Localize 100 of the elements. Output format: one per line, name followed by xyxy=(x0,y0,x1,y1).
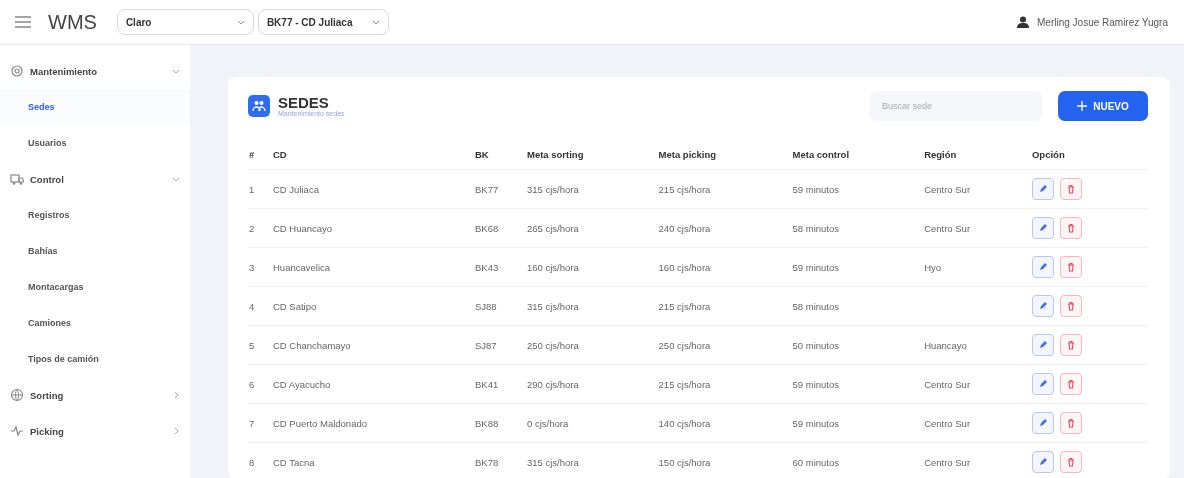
gear-icon xyxy=(10,64,24,78)
sidebar-group[interactable]: Control xyxy=(0,161,190,197)
pulse-icon xyxy=(10,424,24,438)
edit-button[interactable] xyxy=(1031,217,1054,239)
trash-icon xyxy=(1065,457,1076,467)
column-header: BK xyxy=(475,148,489,160)
table-cell: 6 xyxy=(249,378,255,390)
table-cell: Huancayo xyxy=(924,339,967,351)
page-title: SEDES xyxy=(278,95,330,110)
table-cell: 1 xyxy=(249,183,255,195)
delete-button[interactable] xyxy=(1059,217,1082,239)
table-cell: 5 xyxy=(249,339,255,351)
column-header: Meta picking xyxy=(658,148,717,160)
plus-icon xyxy=(1077,101,1088,111)
table-cell: Centro Sur xyxy=(924,183,971,195)
delete-button[interactable] xyxy=(1059,178,1082,200)
table-cell: 215 cjs/hora xyxy=(658,378,711,390)
table-cell: Centro Sur xyxy=(924,417,971,429)
sidebar-item[interactable]: Usuarios xyxy=(0,125,190,161)
edit-button[interactable] xyxy=(1031,334,1054,356)
trash-icon xyxy=(1065,379,1076,389)
menu-icon[interactable] xyxy=(14,15,32,29)
delete-button[interactable] xyxy=(1059,256,1082,278)
sidebar-item[interactable]: Montacargas xyxy=(0,269,190,305)
sidebar-group[interactable]: Picking xyxy=(0,413,190,449)
table-cell: 290 cjs/hora xyxy=(527,378,579,390)
search-field[interactable]: Buscar sede xyxy=(870,91,1042,121)
table-cell: 59 minutos xyxy=(792,261,840,273)
delete-button[interactable] xyxy=(1059,451,1082,473)
table-cell: 315 cjs/hora xyxy=(527,300,579,312)
sidebar-item[interactable]: Registros xyxy=(0,197,190,233)
trash-icon xyxy=(1065,340,1076,350)
table-cell: 265 cjs/hora xyxy=(527,222,579,234)
edit-button[interactable] xyxy=(1031,451,1054,473)
dropdown[interactable]: BK77 - CD Juliaca xyxy=(257,9,389,35)
table-cell: 59 minutos xyxy=(792,378,840,390)
dropdown[interactable]: Claro xyxy=(116,9,254,35)
table-cell: 215 cjs/hora xyxy=(658,183,711,195)
table-cell: 315 cjs/hora xyxy=(527,183,579,195)
globe-icon xyxy=(10,388,24,402)
table-cell: 50 minutos xyxy=(792,339,840,351)
user-icon xyxy=(1017,16,1029,28)
delete-button[interactable] xyxy=(1059,412,1082,434)
table-cell: 240 cjs/hora xyxy=(658,222,711,234)
edit-button[interactable] xyxy=(1031,256,1054,278)
table-cell: Centro Sur xyxy=(924,378,971,390)
user-name[interactable]: Merling Josue Ramirez Yugra xyxy=(1037,16,1168,28)
table-cell: 150 cjs/hora xyxy=(658,456,711,468)
column-header: Meta control xyxy=(792,148,850,160)
delete-button[interactable] xyxy=(1059,334,1082,356)
delete-button[interactable] xyxy=(1059,295,1082,317)
table-cell: CD Juliaca xyxy=(273,183,319,195)
table-cell: BK68 xyxy=(475,222,499,234)
sidebar-item[interactable]: Tipos de camión xyxy=(0,341,190,377)
table-cell: 7 xyxy=(249,417,255,429)
table-cell: 140 cjs/hora xyxy=(658,417,711,429)
column-header: CD xyxy=(273,148,287,160)
trash-icon xyxy=(1065,262,1076,272)
sidebar-item[interactable]: Bahías xyxy=(0,233,190,269)
table-cell: Centro Sur xyxy=(924,222,971,234)
table-cell: CD Huancayo xyxy=(273,222,333,234)
delete-button[interactable] xyxy=(1059,373,1082,395)
edit-button[interactable] xyxy=(1031,412,1054,434)
sidebar-group[interactable]: Sorting xyxy=(0,377,190,413)
table-cell: CD Chanchamayo xyxy=(273,339,351,351)
table-cell: 160 cjs/hora xyxy=(527,261,579,273)
table-cell: Huancavelica xyxy=(273,261,331,273)
table-cell: 215 cjs/hora xyxy=(658,300,711,312)
pencil-icon xyxy=(1037,223,1048,233)
edit-button[interactable] xyxy=(1031,373,1054,395)
caret-icon xyxy=(371,19,380,25)
sidebar-item[interactable]: Sedes xyxy=(0,89,190,125)
table-cell: 4 xyxy=(249,300,255,312)
table-cell: BK77 xyxy=(475,183,499,195)
sidebar-item[interactable]: Camiones xyxy=(0,305,190,341)
table-cell: BK43 xyxy=(475,261,499,273)
caret-icon xyxy=(236,19,245,25)
new-button[interactable]: NUEVO xyxy=(1058,91,1148,121)
table-cell: SJ88 xyxy=(475,300,497,312)
table-cell: 3 xyxy=(249,261,255,273)
column-header: Región xyxy=(924,148,957,160)
users-icon xyxy=(248,95,270,117)
column-header: # xyxy=(249,148,255,160)
table-cell: Hyo xyxy=(924,261,942,273)
trash-icon xyxy=(1065,184,1076,194)
edit-button[interactable] xyxy=(1031,295,1054,317)
table-cell: BK41 xyxy=(475,378,499,390)
sidebar-group[interactable]: Mantenimiento xyxy=(0,53,190,89)
table-cell: 58 minutos xyxy=(792,300,840,312)
table-cell: 250 cjs/hora xyxy=(658,339,711,351)
trash-icon xyxy=(1065,418,1076,428)
table-cell: 59 minutos xyxy=(792,183,840,195)
pencil-icon xyxy=(1037,301,1048,311)
edit-button[interactable] xyxy=(1031,178,1054,200)
table-cell: 58 minutos xyxy=(792,222,840,234)
table-cell: Centro Sur xyxy=(924,456,971,468)
table-cell: CD Puerto Maldonado xyxy=(273,417,367,429)
table-cell: 0 cjs/hora xyxy=(527,417,569,429)
table-cell: 250 cjs/hora xyxy=(527,339,579,351)
pencil-icon xyxy=(1037,340,1048,350)
